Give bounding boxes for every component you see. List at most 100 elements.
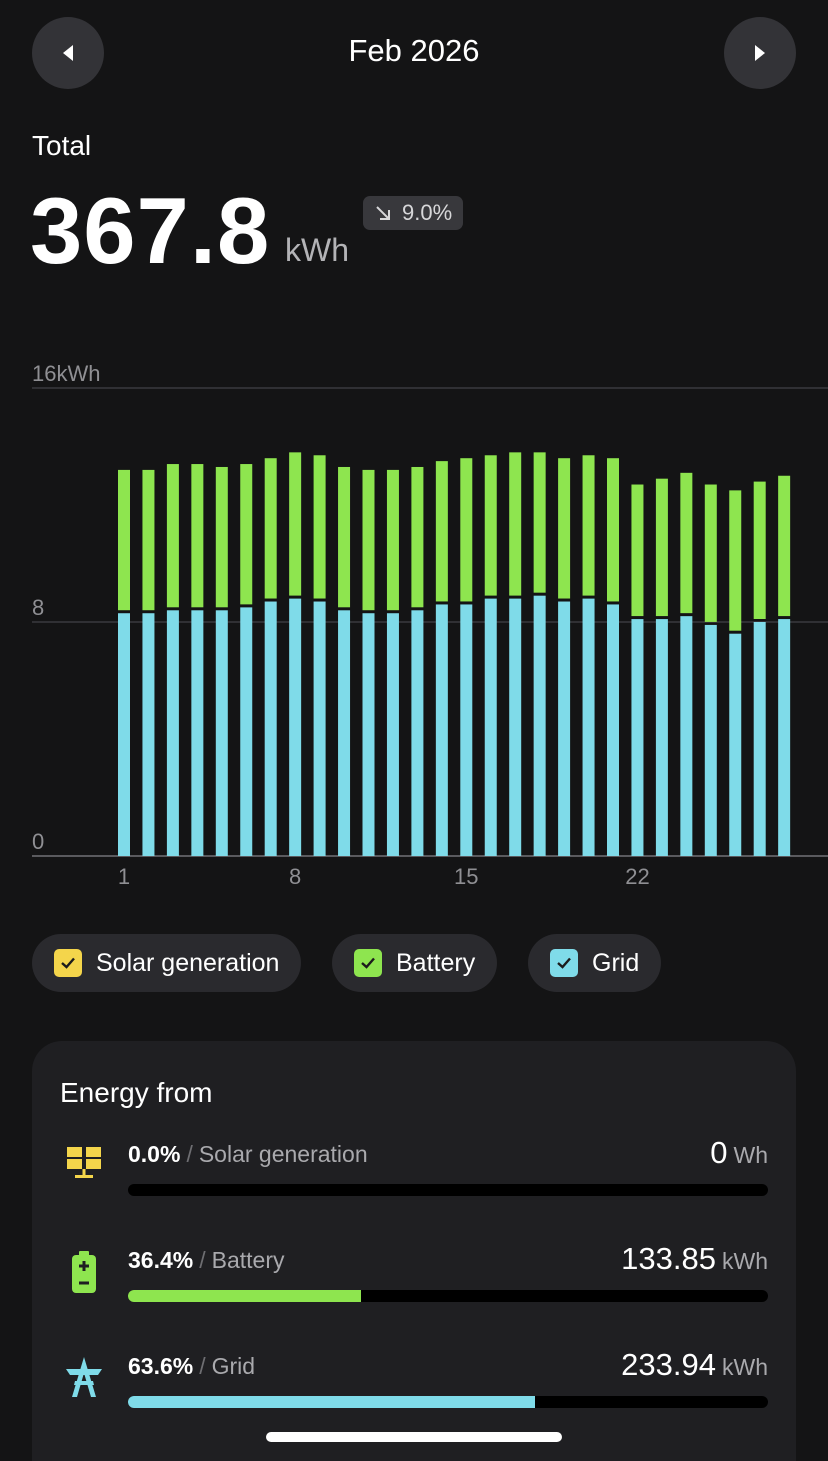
legend-label-grid: Grid — [592, 948, 640, 977]
bar-grid-day-7[interactable] — [264, 601, 277, 856]
bar-grid-day-15[interactable] — [460, 604, 473, 856]
bar-battery-day-17[interactable] — [509, 452, 522, 596]
source-bar-battery — [128, 1290, 768, 1302]
source-row-grid[interactable]: 63.6% / Grid 233.94 kWh — [32, 1347, 796, 1433]
y-tick-label: 0 — [32, 829, 44, 854]
source-bar-fill-battery — [128, 1290, 361, 1302]
check-icon — [361, 957, 375, 969]
bar-battery-day-16[interactable] — [484, 455, 497, 596]
bar-battery-day-1[interactable] — [118, 469, 130, 611]
legend-chip-solar[interactable]: Solar generation — [32, 934, 302, 992]
bar-grid-day-28[interactable] — [778, 619, 791, 856]
bar-battery-day-27[interactable] — [753, 481, 766, 619]
bar-battery-day-24[interactable] — [680, 472, 693, 614]
home-indicator — [266, 1432, 562, 1442]
bar-grid-day-1[interactable] — [118, 613, 130, 856]
bar-battery-day-20[interactable] — [582, 455, 595, 596]
bar-battery-day-3[interactable] — [166, 464, 179, 608]
month-title: Feb 2026 — [348, 33, 480, 68]
power-tower-icon — [62, 1355, 106, 1399]
source-bar-solar — [128, 1184, 768, 1196]
legend-label-solar: Solar generation — [96, 948, 280, 977]
bar-battery-day-2[interactable] — [142, 469, 155, 611]
bar-grid-day-17[interactable] — [509, 598, 522, 856]
source-bar-fill-grid — [128, 1396, 536, 1408]
source-row-battery[interactable]: 36.4% / Battery 133.85 kWh — [32, 1241, 796, 1327]
bar-grid-day-2[interactable] — [142, 613, 155, 856]
legend-chip-grid[interactable]: Grid — [528, 934, 662, 992]
x-tick-label: 8 — [289, 864, 301, 889]
bar-battery-day-9[interactable] — [313, 455, 326, 599]
arrow-down-right-icon — [376, 206, 390, 220]
bar-grid-day-26[interactable] — [729, 633, 742, 856]
check-icon — [557, 957, 571, 969]
bar-battery-day-22[interactable] — [631, 484, 644, 617]
bar-grid-day-19[interactable] — [558, 601, 571, 856]
source-row-solar[interactable]: 0.0% / Solar generation 0 Wh — [32, 1135, 796, 1221]
change-badge: 9.0% — [363, 196, 464, 230]
bar-grid-day-22[interactable] — [631, 619, 644, 856]
bar-battery-day-15[interactable] — [460, 458, 473, 602]
total-label: Total — [32, 130, 92, 161]
bar-grid-day-27[interactable] — [753, 622, 766, 856]
bar-grid-day-12[interactable] — [386, 613, 399, 856]
energy-from-card: Energy from 0.0%/Solar generation 0Wh — [32, 1041, 796, 1461]
battery-checkbox — [354, 949, 382, 977]
change-value: 9.0% — [402, 200, 453, 225]
bar-grid-day-4[interactable] — [191, 610, 204, 856]
battery-icon — [62, 1251, 106, 1295]
legend-chip-battery[interactable]: Battery — [332, 934, 498, 992]
x-tick-label: 22 — [625, 864, 649, 889]
bar-grid-day-23[interactable] — [655, 619, 668, 856]
legend-label-battery: Battery — [396, 948, 476, 977]
legend: Solar generation Battery Grid — [0, 934, 828, 992]
bar-grid-day-6[interactable] — [240, 607, 253, 856]
bar-battery-day-5[interactable] — [215, 466, 228, 608]
source-bar-grid — [128, 1396, 768, 1408]
bar-grid-day-13[interactable] — [411, 610, 424, 856]
source-name-battery: Battery — [211, 1247, 285, 1273]
source-pct-solar: 0.0% / Solar generation — [128, 1141, 368, 1167]
source-value-solar: 0 Wh — [710, 1135, 768, 1170]
bar-battery-day-13[interactable] — [411, 466, 424, 608]
bar-grid-day-16[interactable] — [484, 598, 497, 856]
bar-battery-day-26[interactable] — [729, 490, 742, 631]
bar-grid-day-11[interactable] — [362, 613, 375, 856]
bar-battery-day-4[interactable] — [191, 464, 204, 608]
bar-grid-day-24[interactable] — [680, 616, 693, 856]
bar-battery-day-11[interactable] — [362, 469, 375, 611]
x-tick-label: 15 — [454, 864, 478, 889]
bar-grid-day-5[interactable] — [215, 610, 228, 856]
bar-grid-day-20[interactable] — [582, 598, 595, 856]
bar-battery-day-8[interactable] — [289, 452, 302, 596]
bar-grid-day-3[interactable] — [166, 610, 179, 856]
y-tick-label: 16kWh — [32, 361, 100, 386]
bar-grid-day-9[interactable] — [313, 601, 326, 856]
bar-battery-day-23[interactable] — [655, 478, 668, 617]
bar-battery-day-18[interactable] — [533, 452, 546, 593]
bar-grid-day-18[interactable] — [533, 595, 546, 856]
bar-battery-day-28[interactable] — [778, 475, 791, 617]
bar-battery-day-14[interactable] — [435, 461, 448, 602]
source-value-battery: 133.85 kWh — [621, 1241, 768, 1276]
bar-battery-day-7[interactable] — [264, 458, 277, 599]
y-tick-label: 8 — [32, 595, 44, 620]
bar-battery-day-19[interactable] — [558, 458, 571, 599]
check-icon — [61, 957, 75, 969]
bar-battery-day-6[interactable] — [240, 464, 253, 605]
bar-grid-day-14[interactable] — [435, 604, 448, 856]
x-tick-label: 1 — [118, 864, 130, 889]
bar-grid-day-10[interactable] — [338, 610, 351, 856]
bar-battery-day-12[interactable] — [386, 469, 399, 611]
caret-right-icon — [755, 45, 765, 61]
bar-grid-day-8[interactable] — [289, 598, 302, 856]
next-month-button[interactable] — [724, 17, 796, 89]
bar-battery-day-25[interactable] — [704, 484, 717, 622]
total-value: 367.8 — [30, 178, 271, 283]
bar-battery-day-21[interactable] — [607, 458, 619, 602]
energy-from-title: Energy from — [60, 1077, 213, 1108]
bar-battery-day-10[interactable] — [338, 466, 351, 608]
bar-grid-day-25[interactable] — [704, 624, 717, 856]
bar-grid-day-21[interactable] — [607, 604, 619, 856]
source-value-grid: 233.94 kWh — [621, 1347, 768, 1382]
